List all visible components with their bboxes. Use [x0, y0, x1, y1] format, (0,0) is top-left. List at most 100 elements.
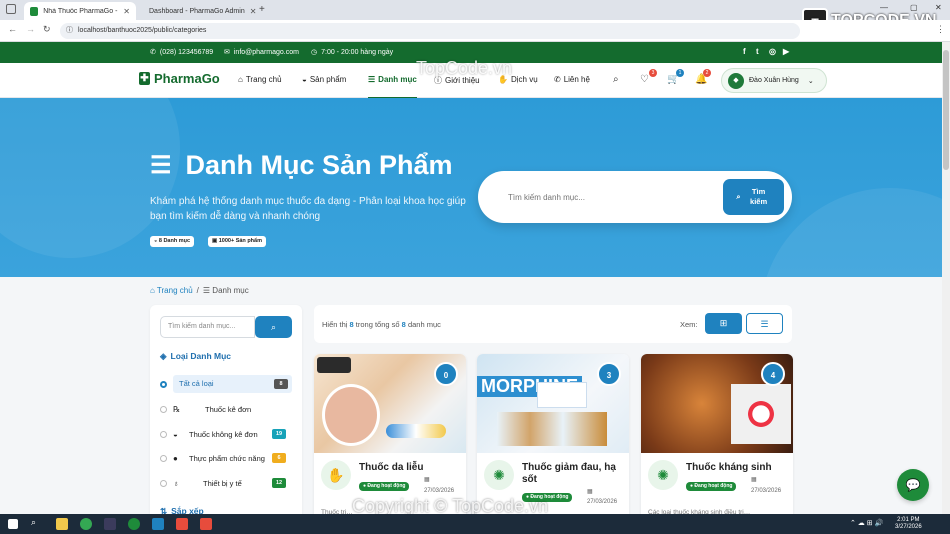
category-label: Tất cả loại	[179, 379, 214, 388]
nav-danh-muc[interactable]: ☰ Danh mục	[368, 75, 417, 99]
user-menu[interactable]: ◆ Đào Xuân Hùng ⌄	[721, 68, 827, 93]
app-icon[interactable]	[200, 518, 212, 530]
category-title: Thuốc giảm đau, hạ sốt	[522, 462, 616, 485]
category-filter-prescription[interactable]: ℞ Thuốc kê đơn	[160, 400, 292, 418]
list-icon: ☰	[150, 152, 172, 179]
stat-text: 1000+ Sản phẩm	[218, 238, 262, 244]
breadcrumb-separator: /	[196, 286, 199, 295]
vscode-icon[interactable]	[152, 518, 164, 530]
results-middle: trong tổng số	[355, 320, 400, 329]
envelope-icon: ✉	[224, 49, 230, 56]
twitter-icon[interactable]: t	[756, 47, 759, 56]
category-date: 27/03/2026	[751, 488, 782, 494]
back-icon[interactable]: ←	[8, 24, 17, 34]
nav-trang-chu[interactable]: ⌂ Trang chủ	[238, 75, 282, 84]
pills-image	[386, 424, 446, 438]
medicine-box-image	[537, 382, 587, 408]
app-icon[interactable]	[176, 518, 188, 530]
user-name: Đào Xuân Hùng	[749, 77, 799, 84]
category-title: Thuốc da liễu	[359, 462, 424, 473]
radio[interactable]	[160, 454, 167, 462]
windows-start-icon[interactable]	[8, 519, 18, 529]
radio-selected[interactable]	[160, 380, 167, 388]
list-view-button[interactable]: ☰	[746, 313, 783, 334]
ampoules-image	[497, 412, 607, 446]
heart-icon[interactable]: ♡	[640, 74, 649, 85]
results-suffix: danh mục	[407, 320, 441, 329]
grid-icon: ⊞	[719, 318, 728, 328]
virus-icon: ✺	[484, 460, 514, 490]
browser-menu-icon[interactable]: ⋮	[936, 24, 945, 35]
sidebar-search-input[interactable]: Tìm kiếm danh mục...	[160, 316, 255, 338]
rating-badge-icon	[317, 357, 351, 373]
notification-badge: 2	[703, 69, 711, 77]
category-count: 19	[272, 429, 286, 439]
phone-icon: ✆	[150, 49, 156, 56]
category-count: 6	[272, 453, 286, 463]
chevron-down-icon: ⌄	[807, 77, 814, 85]
skin-photo	[322, 384, 380, 446]
chrome-icon[interactable]	[80, 518, 92, 530]
system-clock[interactable]: 2:01 PM 3/27/2026	[895, 517, 922, 531]
pills-icon: ◒	[173, 429, 178, 439]
email-text: info@pharmago.com	[233, 48, 299, 56]
category-filter-supplements[interactable]: ● Thực phẩm chức năng 6	[160, 449, 292, 467]
chat-button[interactable]: 💬	[897, 469, 929, 501]
file-explorer-icon[interactable]	[56, 518, 68, 530]
search-icon[interactable]: ⌕	[31, 517, 36, 528]
forward-icon[interactable]: →	[26, 24, 35, 34]
hero-search-input[interactable]	[508, 187, 708, 207]
category-date: 27/03/2026	[587, 499, 618, 505]
instagram-icon[interactable]: ◎	[769, 47, 776, 56]
radio[interactable]	[160, 430, 167, 438]
radio[interactable]	[160, 479, 167, 487]
facebook-icon[interactable]: f	[743, 47, 746, 56]
category-filter-devices[interactable]: ♁ Thiết bị y tế 12	[160, 474, 292, 492]
radio[interactable]	[160, 405, 167, 413]
page-scrollbar[interactable]	[942, 42, 950, 514]
pills-image	[731, 384, 791, 444]
tab-menu-icon[interactable]	[6, 4, 16, 14]
app-icon[interactable]	[128, 518, 140, 530]
product-count-badge: 0	[434, 362, 458, 386]
new-tab-icon[interactable]: +	[259, 4, 265, 15]
list-icon: ☰	[368, 75, 376, 84]
grid-view-button[interactable]: ⊞	[705, 313, 742, 334]
sidebar-search-button[interactable]: ⌕	[255, 316, 292, 338]
nav-san-pham[interactable]: ◒ Sản phẩm	[302, 75, 346, 84]
box-icon: ▣	[212, 238, 219, 244]
app-icon[interactable]	[104, 518, 116, 530]
results-prefix: Hiển thị	[322, 320, 348, 329]
address-bar: ← → ↻ ⓘ localhost/banthuoc2025/public/ca…	[0, 20, 950, 42]
search-button-label: Tìm kiếm	[750, 187, 768, 206]
url-input[interactable]: ⓘ localhost/banthuoc2025/public/categori…	[60, 23, 800, 39]
browser-tab-active[interactable]: Nhà Thuốc PharmaGo - Danh M ✕	[24, 2, 136, 20]
product-count-badge: 3	[597, 362, 621, 386]
close-tab-icon[interactable]: ✕	[123, 7, 130, 16]
email-info: ✉ info@pharmago.com	[224, 48, 299, 57]
clock-icon: ◷	[311, 49, 318, 56]
system-tray-icons[interactable]: ⌃ ☁ ⊞ 🔊	[850, 519, 883, 527]
youtube-icon[interactable]: ▶	[783, 47, 789, 56]
hero-search-button[interactable]: ⌕ Tìm kiếm	[723, 179, 784, 215]
view-label: Xem:	[680, 320, 698, 329]
scrollbar-thumb[interactable]	[943, 50, 949, 170]
pharmacy-cross-icon: ✚	[139, 72, 150, 85]
category-date: 27/03/2026	[424, 488, 455, 494]
close-tab-icon[interactable]: ✕	[250, 7, 257, 16]
pharmago-logo[interactable]: ✚ PharmaGo	[139, 71, 220, 86]
clock-date: 3/27/2026	[895, 524, 922, 530]
hero-banner: ☰ Danh Mục Sản Phẩm Khám phá hệ thống da…	[0, 98, 942, 277]
category-card[interactable]: 4 ✺ Thuốc kháng sinh ● Đang hoạt động ▦ …	[641, 354, 793, 524]
site-info-icon[interactable]: ⓘ	[66, 23, 73, 39]
nav-lien-he[interactable]: ✆ Liên hệ	[554, 75, 590, 84]
reload-icon[interactable]: ↻	[43, 24, 51, 35]
search-icon[interactable]: ⌕	[613, 74, 619, 85]
category-filter-all[interactable]: Tất cả loại 8	[160, 375, 292, 393]
bacteria-icon: ✺	[648, 460, 678, 490]
category-filter-otc[interactable]: ◒ Thuốc không kê đơn 19	[160, 425, 292, 443]
browser-tab[interactable]: Dashboard - PharmaGo Admin ✕	[138, 2, 256, 20]
home-icon: ⌂	[238, 75, 243, 84]
category-title: Thuốc kháng sinh	[686, 462, 772, 473]
breadcrumb-home[interactable]: ⌂ Trang chủ	[150, 286, 193, 295]
